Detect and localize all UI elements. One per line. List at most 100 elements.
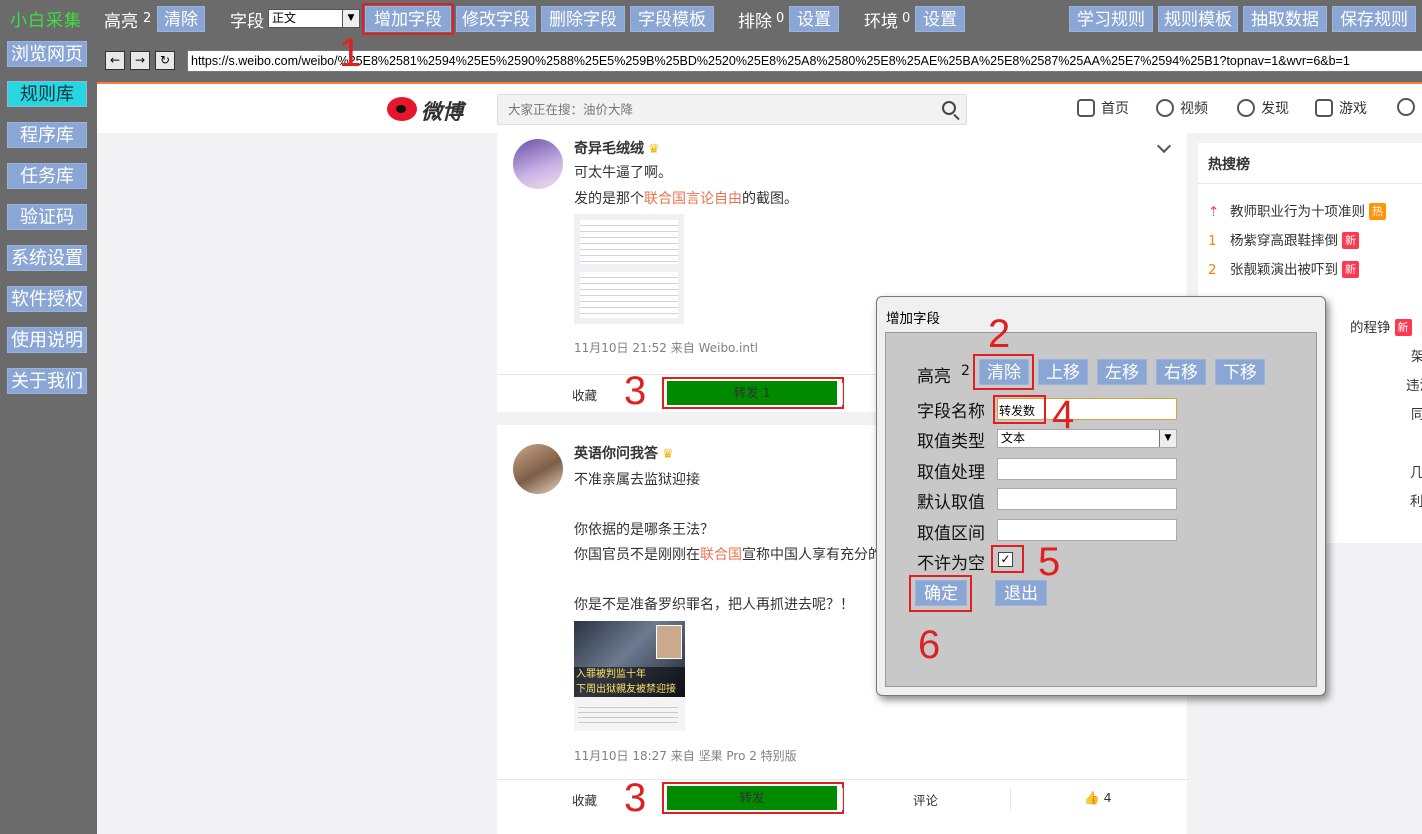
address-bar: ← → ↻ https://s.weibo.com/weibo/%25E8%25… — [97, 38, 1422, 82]
forward-button[interactable]: 转发 — [667, 786, 837, 810]
nav-games-label: 游戏 — [1339, 101, 1367, 117]
clear-highlight-button[interactable]: 清除 — [157, 6, 205, 32]
favorite-button[interactable]: 收藏 — [572, 385, 597, 404]
sidebar-item-browse[interactable]: 浏览网页 — [7, 41, 87, 67]
value-process-input[interactable] — [997, 458, 1177, 480]
forward-button[interactable]: 转发 1 — [667, 381, 837, 405]
field-template-button[interactable]: 字段模板 — [630, 6, 714, 32]
post-text-line: 发的是那个联合国言论自由的截图。 — [574, 188, 798, 208]
dialog-clear-button[interactable]: 清除 — [979, 359, 1029, 385]
move-down-button[interactable]: 下移 — [1215, 359, 1265, 385]
field-name-value[interactable]: 转发数 — [999, 402, 1035, 419]
field-name-label: 字段名称 — [917, 402, 985, 422]
post-text-line: 可太牛逼了啊。 — [574, 162, 672, 182]
move-up-button[interactable]: 上移 — [1038, 359, 1088, 385]
hot-item-text[interactable]: 张靓颖演出被吓到 — [1230, 262, 1338, 278]
sidebar-item-rules[interactable]: 规则库 — [7, 81, 87, 107]
hot-item[interactable]: 架 — [1411, 345, 1422, 365]
exclude-settings-button[interactable]: 设置 — [789, 6, 839, 32]
top-arrow-icon: ⇡ — [1208, 204, 1220, 220]
post-author-name[interactable]: 英语你问我答 — [574, 446, 658, 462]
environment-settings-button[interactable]: 设置 — [915, 6, 965, 32]
favorite-button[interactable]: 收藏 — [572, 790, 597, 809]
move-right-button[interactable]: 右移 — [1156, 359, 1206, 385]
post-action-bar: 收藏 转发 评论 👍 4 — [497, 779, 1187, 817]
post-text-line: 你是不是准备罗织罪名，把人再抓进去呢？！ — [574, 594, 854, 614]
keyword-link[interactable]: 联合国 — [700, 547, 742, 563]
ok-button[interactable]: 确定 — [915, 580, 967, 606]
hot-item[interactable]: ⇡ 教师职业行为十项准则热 — [1208, 200, 1386, 220]
post-author[interactable]: 奇异毛绒绒 ♛ — [574, 138, 660, 158]
nav-discover[interactable]: 发现 — [1237, 98, 1289, 118]
divider — [1010, 788, 1011, 810]
hot-item-text[interactable]: 同台 — [1411, 407, 1422, 423]
post-text-segment: 发的是那个 — [574, 191, 644, 207]
hot-item-text[interactable]: 杨紫穿高跟鞋摔倒 — [1230, 233, 1338, 249]
delete-field-button[interactable]: 删除字段 — [541, 6, 625, 32]
avatar[interactable] — [513, 444, 563, 494]
post-image-screenshot[interactable] — [574, 214, 684, 324]
nav-games[interactable]: 游戏 — [1315, 98, 1367, 118]
learn-rules-button[interactable]: 学习规则 — [1069, 6, 1153, 32]
search-icon[interactable] — [942, 101, 956, 115]
back-icon[interactable]: ← — [105, 51, 125, 70]
sidebar-item-captcha[interactable]: 验证码 — [7, 204, 87, 230]
post-text-segment: 你国官员不是刚刚在 — [574, 547, 700, 563]
nav-video[interactable]: 视频 — [1156, 98, 1208, 118]
add-field-button[interactable]: 增加字段 — [362, 3, 454, 35]
chevron-down-icon[interactable]: ▼ — [1159, 430, 1176, 447]
default-value-input[interactable] — [997, 488, 1177, 510]
environment-count: 0 — [902, 11, 911, 26]
sidebar-item-settings[interactable]: 系统设置 — [7, 245, 87, 271]
rule-template-button[interactable]: 规则模板 — [1158, 6, 1238, 32]
value-type-select[interactable]: 文本 ▼ — [997, 429, 1177, 448]
weibo-logo[interactable]: 微博 — [387, 94, 469, 124]
extract-data-button[interactable]: 抽取数据 — [1243, 6, 1327, 32]
avatar[interactable] — [513, 139, 563, 189]
hot-item-text[interactable]: 教师职业行为十项准则 — [1230, 204, 1365, 220]
weibo-search-input[interactable]: 大家正在搜：油价大降 — [497, 94, 967, 125]
forward-icon[interactable]: → — [130, 51, 150, 70]
hot-item-text[interactable]: 几级 — [1410, 465, 1422, 481]
refresh-icon[interactable]: ↻ — [155, 51, 175, 70]
hot-item[interactable]: 2 张靓颖演出被吓到新 — [1208, 258, 1359, 278]
sidebar-item-tasks[interactable]: 任务库 — [7, 163, 87, 189]
post-author-name[interactable]: 奇异毛绒绒 — [574, 141, 644, 157]
sidebar-item-about[interactable]: 关于我们 — [7, 368, 87, 394]
sidebar: 浏览网页 规则库 程序库 任务库 验证码 系统设置 软件授权 使用说明 关于我们 — [0, 38, 97, 834]
hot-item-text[interactable]: 利多 — [1410, 494, 1422, 510]
keyword-link[interactable]: 联合国言论自由 — [644, 191, 742, 207]
user-icon[interactable] — [1397, 98, 1421, 116]
hot-item[interactable]: 利多 — [1410, 490, 1422, 510]
nav-home[interactable]: 首页 — [1077, 98, 1129, 118]
edit-field-button[interactable]: 修改字段 — [456, 6, 536, 32]
hot-item[interactable]: 的程铮新 — [1350, 316, 1412, 336]
post-image-news[interactable]: 入罪被判监十年 下周出狱親友被禁迎接 — [574, 621, 685, 731]
hot-item[interactable]: 几级 — [1410, 461, 1422, 481]
hot-item-text[interactable]: 违法退市机制 — [1406, 378, 1422, 394]
sidebar-item-license[interactable]: 软件授权 — [7, 286, 87, 312]
not-null-checkbox[interactable]: ✓ — [998, 552, 1013, 567]
move-left-button[interactable]: 左移 — [1097, 359, 1147, 385]
hot-item[interactable]: 违法退市机制 — [1406, 374, 1422, 394]
hot-item-text[interactable]: 的程铮 — [1350, 320, 1391, 336]
save-rules-button[interactable]: 保存规则 — [1332, 6, 1416, 32]
hot-tag: 新 — [1394, 319, 1412, 336]
thumbs-up-icon: 👍 — [1084, 790, 1100, 805]
value-range-input[interactable] — [997, 519, 1177, 541]
dialog-highlight-count: 2 — [961, 363, 970, 379]
comment-button[interactable]: 评论 — [913, 790, 938, 809]
hot-tag: 新 — [1342, 261, 1359, 278]
chevron-down-icon[interactable] — [1156, 138, 1172, 154]
hot-item[interactable]: 1 杨紫穿高跟鞋摔倒新 — [1208, 229, 1359, 249]
sidebar-item-programs[interactable]: 程序库 — [7, 122, 87, 148]
like-button[interactable]: 👍 4 — [1084, 790, 1112, 806]
sidebar-item-manual[interactable]: 使用说明 — [7, 327, 87, 353]
weibo-logo-text: 微博 — [421, 100, 463, 124]
post-author[interactable]: 英语你问我答 ♛ — [574, 443, 674, 463]
field-select[interactable]: 正文 ▼ — [268, 9, 360, 28]
hot-item[interactable]: 同台 — [1411, 403, 1422, 423]
chevron-down-icon[interactable]: ▼ — [342, 10, 359, 27]
url-input[interactable]: https://s.weibo.com/weibo/%25E8%2581%259… — [187, 50, 1422, 72]
hot-item-text[interactable]: 架 — [1411, 349, 1422, 365]
